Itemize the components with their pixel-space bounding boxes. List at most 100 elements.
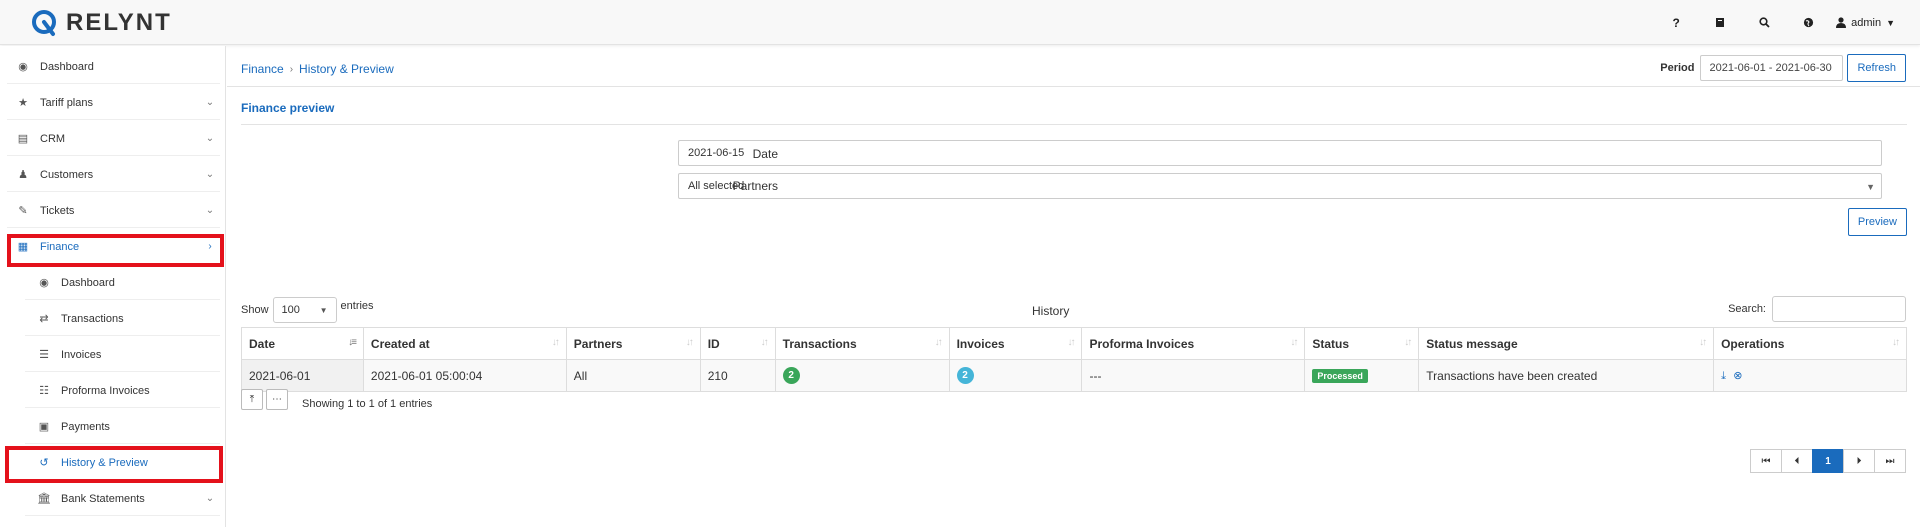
sidebar-item-label: Tickets	[40, 204, 75, 217]
chevron-down-icon: ⌄	[205, 133, 215, 144]
history-table: Date ↓≡ Created at ↓↑ Partners ↓↑ ID ↓↑ Tran…	[241, 327, 1907, 392]
dashboard-icon: ◉	[18, 61, 28, 73]
more-icon[interactable]: ⋯	[266, 389, 288, 410]
table-tools: ⤒ ⋯	[241, 389, 288, 410]
sidebar-item-customers[interactable]: ♟ Customers ⌄	[7, 158, 220, 192]
sidebar-item-label: Tariff plans	[40, 96, 93, 109]
sidebar-sub-invoices[interactable]: ☰ Invoices	[25, 338, 220, 372]
sort-icon: ↓↑	[934, 337, 943, 348]
main-content: Finance › History & Preview Period 2021-…	[227, 46, 1920, 527]
search-icon[interactable]	[1742, 0, 1786, 45]
crm-icon: ▤	[17, 133, 29, 145]
archive-icon: ▣	[38, 421, 50, 433]
column-header-partners[interactable]: Partners ↓↑	[565, 327, 701, 360]
breadcrumb-history-preview[interactable]: History & Preview	[299, 62, 394, 76]
sort-icon: ↓↑	[551, 337, 560, 348]
sidebar-sub-proforma-invoices[interactable]: ☷ Proforma Invoices	[25, 374, 220, 408]
top-bar: RELYNT ? admin ▼	[0, 0, 1920, 45]
sidebar-sub-payments[interactable]: ▣ Payments	[25, 410, 220, 444]
sidebar-item-tariff-plans[interactable]: ★ Tariff plans ⌄	[7, 86, 220, 120]
show-label: Show	[241, 304, 269, 316]
last-page-button[interactable]: ⏭	[1874, 449, 1906, 473]
history-title: History	[1032, 304, 1070, 318]
sort-icon: ↓↑	[1892, 337, 1900, 348]
breadcrumb-separator: ›	[289, 63, 294, 75]
caret-down-icon: ▼	[1866, 182, 1875, 192]
divider	[227, 86, 1920, 87]
date-input[interactable]: 2021-06-15	[678, 140, 1882, 166]
entries-label: entries	[340, 299, 374, 312]
ticket-icon: ✎	[18, 205, 28, 217]
column-header-invoices[interactable]: Invoices ↓↑	[948, 327, 1083, 360]
invoices-count-badge[interactable]: 2	[956, 367, 974, 384]
logo[interactable]: RELYNT	[30, 9, 172, 37]
sidebar-item-label: Dashboard	[40, 60, 94, 73]
divider	[241, 124, 1907, 125]
bank-icon: 🏛	[37, 493, 51, 505]
next-page-button[interactable]: ⏵	[1843, 449, 1875, 473]
sidebar-item-label: Bank Statements	[61, 492, 145, 505]
brand-name: RELYNT	[66, 9, 172, 36]
sort-icon: ↓↑	[760, 337, 769, 348]
list-alt-icon: ☷	[39, 385, 49, 397]
sidebar-item-label: Payments	[61, 420, 110, 433]
cell-transactions: 2	[774, 359, 950, 392]
column-header-id[interactable]: ID ↓↑	[699, 327, 776, 360]
first-page-button[interactable]: ⏮	[1750, 449, 1782, 473]
download-icon[interactable]: ⤓	[1721, 370, 1726, 382]
exchange-icon: ⇄	[39, 313, 49, 325]
sidebar: ◉ Dashboard ★ Tariff plans ⌄ ▤ CRM ⌄ ♟ C…	[0, 46, 226, 527]
search-input[interactable]	[1772, 296, 1906, 322]
sidebar-item-label: Dashboard	[61, 276, 115, 289]
cell-date: 2021-06-01	[241, 359, 364, 392]
cell-invoices: 2	[948, 359, 1083, 392]
user-icon: ♟	[18, 169, 28, 181]
chevron-down-icon: ⌄	[205, 205, 215, 216]
cell-created-at: 2021-06-01 05:00:04	[362, 359, 567, 392]
page-1-button[interactable]: 1	[1812, 449, 1844, 473]
column-header-status-message[interactable]: Status message ↓↑	[1418, 327, 1715, 360]
cell-status-message: Transactions have been created	[1418, 359, 1715, 392]
caret-down-icon: ▼	[1886, 17, 1895, 28]
sidebar-item-dashboard[interactable]: ◉ Dashboard	[7, 50, 220, 84]
refresh-button[interactable]: Refresh	[1847, 54, 1906, 82]
previous-page-button[interactable]: ⏴	[1781, 449, 1813, 473]
sidebar-item-crm[interactable]: ▤ CRM ⌄	[7, 122, 220, 156]
page-size-value: 100	[281, 304, 300, 316]
chevron-down-icon: ⌄	[205, 169, 215, 180]
sidebar-item-tickets[interactable]: ✎ Tickets ⌄	[7, 194, 220, 228]
status-badge: Processed	[1312, 369, 1368, 383]
book-icon[interactable]	[1698, 0, 1742, 45]
sidebar-sub-dashboard[interactable]: ◉ Dashboard	[25, 266, 220, 300]
cell-partners: All	[565, 359, 701, 392]
relynt-logo-icon	[32, 10, 56, 36]
column-header-status[interactable]: Status ↓↑	[1304, 327, 1420, 360]
sidebar-item-label: Proforma Invoices	[61, 384, 150, 397]
user-menu[interactable]: admin ▼	[1830, 17, 1895, 29]
sidebar-item-label: Invoices	[61, 348, 102, 361]
sidebar-item-label: Customers	[40, 168, 94, 181]
page-length: Show 100 ▼ entries	[241, 297, 374, 323]
globe-icon[interactable]	[1786, 0, 1830, 45]
column-header-operations[interactable]: Operations ↓↑	[1713, 327, 1907, 360]
table-header-row: Date ↓≡ Created at ↓↑ Partners ↓↑ ID ↓↑ Tran…	[241, 327, 1907, 360]
sidebar-sub-bank-statements[interactable]: 🏛 Bank Statements ⌄	[25, 482, 220, 516]
period-input[interactable]: 2021-06-01 - 2021-06-30	[1700, 55, 1844, 81]
sort-icon: ↓↑	[1699, 337, 1707, 348]
partners-select[interactable]: All selected ▼	[678, 173, 1882, 199]
column-header-proforma-invoices[interactable]: Proforma Invoices ↓↑	[1081, 327, 1306, 360]
cancel-icon[interactable]: ⊗	[1733, 370, 1742, 382]
page-size-select[interactable]: 100 ▼	[272, 297, 337, 323]
export-icon[interactable]: ⤒	[241, 389, 263, 410]
pagination: ⏮ ⏴ 1 ⏵ ⏭	[1750, 449, 1906, 473]
column-header-transactions[interactable]: Transactions ↓↑	[774, 327, 950, 360]
sort-icon: ↓↑	[1290, 337, 1298, 348]
dashboard-icon: ◉	[39, 277, 49, 289]
sidebar-sub-transactions[interactable]: ⇄ Transactions	[25, 302, 220, 336]
breadcrumb-finance[interactable]: Finance	[241, 62, 284, 76]
column-header-date[interactable]: Date ↓≡	[241, 327, 364, 360]
column-header-created-at[interactable]: Created at ↓↑	[362, 327, 567, 360]
transactions-count-badge[interactable]: 2	[782, 367, 800, 384]
preview-button[interactable]: Preview	[1847, 208, 1907, 236]
help-icon[interactable]: ?	[1654, 0, 1698, 45]
